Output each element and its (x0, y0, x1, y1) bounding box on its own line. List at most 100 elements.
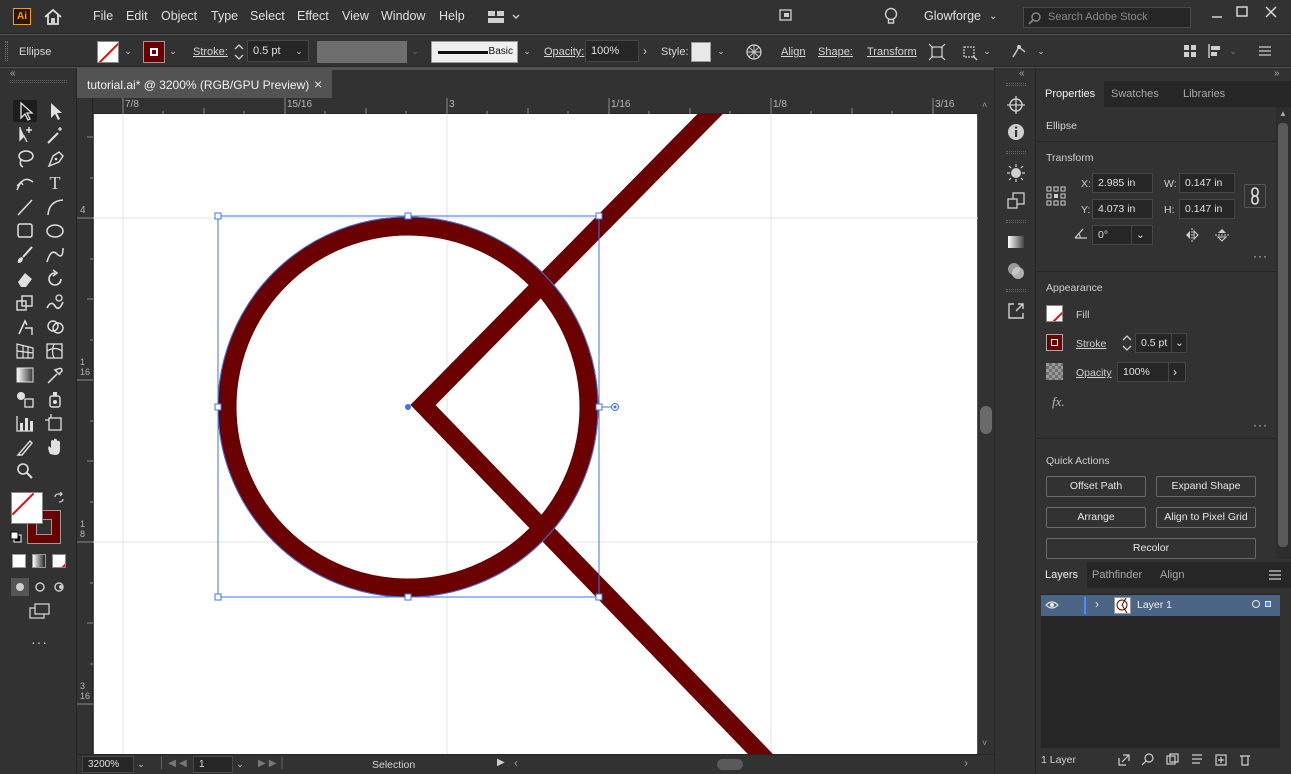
opacity-label[interactable]: Opacity: (544, 46, 584, 58)
stroke-swatch[interactable] (143, 41, 165, 63)
close-tab-icon[interactable]: × (314, 76, 322, 92)
eraser-tool-icon[interactable] (13, 268, 37, 290)
stroke-stepper-icon[interactable] (233, 42, 245, 62)
swap-fill-stroke-icon[interactable] (53, 491, 65, 504)
more-options-icon[interactable]: ··· (1253, 418, 1268, 432)
pen-tool-icon[interactable] (43, 148, 67, 170)
rectangle-tool-icon[interactable] (13, 220, 37, 242)
group-selection-tool-icon[interactable] (13, 124, 37, 146)
expand-shape-button[interactable]: Expand Shape (1156, 476, 1256, 497)
target-circle-icon[interactable] (1252, 600, 1260, 608)
align-to-pixel-grid-button[interactable]: Align to Pixel Grid (1156, 507, 1256, 528)
magic-wand-tool-icon[interactable] (43, 124, 67, 146)
chevron-down-icon[interactable]: ⌄ (1131, 225, 1153, 245)
chevron-down-icon[interactable]: ⌄ (1171, 333, 1187, 353)
scrollbar-thumb[interactable] (1278, 123, 1288, 547)
default-fill-stroke-icon[interactable] (10, 531, 22, 543)
lightbulb-icon[interactable] (883, 7, 899, 27)
symbol-sprayer-tool-icon[interactable] (43, 388, 67, 410)
first-prev-artboard-icons[interactable]: │◀◀ (159, 758, 190, 769)
shape-link[interactable]: Shape: (818, 46, 853, 58)
artboard-number-field[interactable]: 1 (193, 756, 233, 773)
stroke-swatch[interactable] (1046, 334, 1063, 351)
layer-row[interactable]: › Layer 1 (1041, 595, 1280, 616)
gradient-panel-icon[interactable] (1006, 232, 1026, 252)
stroke-weight-field[interactable]: 0.5 pt (1135, 333, 1175, 353)
artboard-tool-icon[interactable] (43, 412, 67, 434)
zoom-level-field[interactable]: 3200% (82, 756, 134, 773)
vertical-scrollbar[interactable]: ˄ ˅ (978, 98, 994, 754)
grip-handle[interactable] (1006, 220, 1026, 223)
fill-color-swatch[interactable] (11, 492, 43, 524)
tab-pathfinder[interactable]: Pathfinder (1083, 562, 1151, 588)
zoom-tool-icon[interactable] (13, 460, 37, 482)
scroll-up-icon[interactable]: ˄ (982, 100, 987, 110)
menu-object[interactable]: Object (161, 9, 197, 23)
menu-view[interactable]: View (342, 9, 369, 23)
artboards-icon[interactable] (1006, 191, 1026, 211)
chevron-down-icon[interactable]: ⌄ (233, 753, 247, 771)
none-mode-icon[interactable] (52, 554, 66, 568)
shaper-tool-icon[interactable] (43, 244, 67, 266)
chevron-down-icon[interactable]: ⌄ (989, 11, 997, 22)
document-tab[interactable]: tutorial.ai* @ 3200% (RGB/GPU Preview) × (77, 70, 332, 98)
stroke-stepper-icon[interactable] (1121, 333, 1135, 353)
properties-scrollbar[interactable]: ▲ (1276, 107, 1291, 559)
x-position-field[interactable]: 2.985 in (1092, 173, 1153, 193)
chevron-down-icon[interactable]: ⌄ (408, 40, 422, 62)
status-menu-icon[interactable]: ▶ (497, 757, 505, 768)
mesh-tool-icon[interactable] (43, 340, 67, 362)
offset-path-button[interactable]: Offset Path (1046, 476, 1146, 497)
type-tool-icon[interactable]: T (43, 172, 67, 194)
draw-modes-icon[interactable] (11, 578, 67, 596)
grip-handle[interactable] (1006, 83, 1026, 86)
transparency-icon[interactable] (1006, 261, 1026, 281)
selection-tool-icon[interactable] (13, 100, 37, 122)
search-stock-input[interactable]: Search Adobe Stock (1023, 7, 1191, 28)
gradient-mode-icon[interactable] (32, 554, 46, 568)
next-last-artboard-icons[interactable]: ▶▶│ (258, 758, 289, 769)
align-link[interactable]: Align (781, 46, 805, 58)
eyedropper-tool-icon[interactable] (43, 364, 67, 386)
height-field[interactable]: 0.147 in (1179, 199, 1235, 219)
isolate-icon[interactable] (960, 43, 978, 61)
expand-layer-icon[interactable]: › (1095, 597, 1099, 611)
scroll-left-icon[interactable]: ‹ (514, 756, 518, 770)
column-graph-tool-icon[interactable] (13, 412, 37, 434)
shape-builder-tool-icon[interactable] (43, 316, 67, 338)
hand-tool-icon[interactable] (43, 436, 67, 458)
flip-vertical-icon[interactable] (1214, 227, 1230, 243)
tab-align[interactable]: Align (1151, 562, 1193, 588)
menu-window[interactable]: Window (381, 9, 425, 23)
collapse-panel-icon[interactable]: » (1274, 68, 1280, 79)
paintbrush-tool-icon[interactable] (13, 244, 37, 266)
recolor-button[interactable]: Recolor (1046, 538, 1256, 559)
menu-type[interactable]: Type (211, 9, 238, 23)
menu-effect[interactable]: Effect (297, 9, 329, 23)
collapse-panel-icon[interactable]: « (10, 68, 16, 79)
width-field[interactable]: 0.147 in (1179, 173, 1235, 193)
panel-menu-icon[interactable] (1269, 570, 1281, 580)
align-objects-icon[interactable] (1182, 43, 1198, 59)
constrain-proportions-button[interactable] (1244, 184, 1266, 208)
tab-properties[interactable]: Properties (1036, 81, 1105, 107)
fill-swatch[interactable] (1046, 305, 1063, 322)
grip-handle[interactable] (5, 41, 8, 61)
screen-mode-icon[interactable] (29, 603, 51, 619)
fill-swatch[interactable] (97, 41, 119, 63)
recolor-artwork-icon[interactable] (745, 43, 763, 61)
menu-edit[interactable]: Edit (126, 9, 148, 23)
chevron-down-icon[interactable]: ⌄ (980, 40, 994, 62)
canvas[interactable] (93, 114, 978, 754)
warp-tool-icon[interactable] (43, 292, 67, 314)
navigator-icon[interactable] (1006, 95, 1026, 115)
scroll-right-icon[interactable]: › (964, 756, 968, 770)
chevron-down-icon[interactable]: ⌄ (1034, 40, 1048, 62)
chevron-down-icon[interactable]: ⌄ (520, 40, 534, 62)
ellipse-tool-icon[interactable] (43, 220, 67, 242)
slice-tool-icon[interactable] (13, 436, 37, 458)
free-transform-tool-icon[interactable] (13, 316, 37, 338)
line-segment-tool-icon[interactable] (13, 196, 37, 218)
workspace-switcher[interactable]: Glowforge (924, 9, 981, 23)
stroke-label[interactable]: Stroke: (193, 46, 228, 58)
